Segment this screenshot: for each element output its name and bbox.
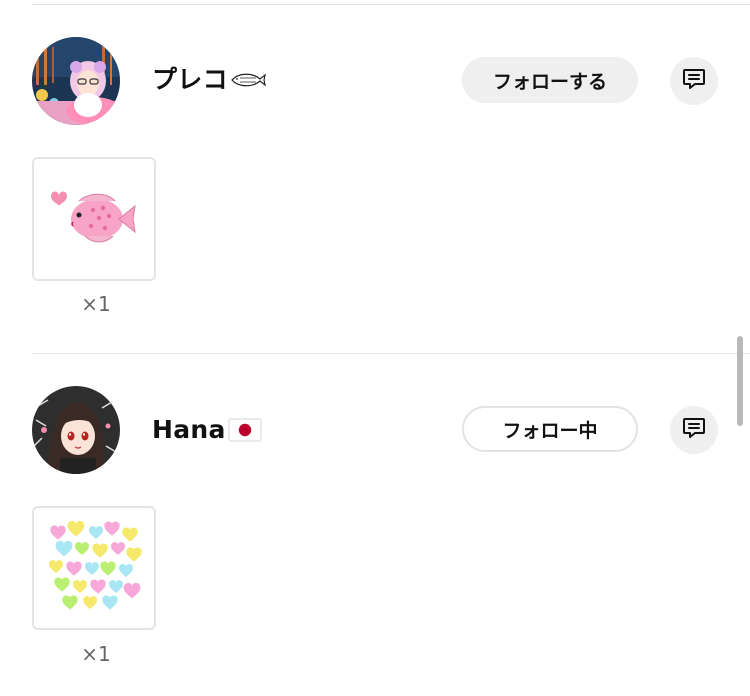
username-text: プレコ: [152, 65, 228, 94]
avatar[interactable]: [32, 386, 120, 474]
gift-sticker[interactable]: [32, 157, 156, 281]
message-button[interactable]: [670, 57, 718, 105]
japan-flag-icon: [228, 418, 262, 442]
row-divider: [32, 353, 750, 354]
username-text: Hana: [152, 415, 226, 444]
pastel-hearts-sticker-icon: [46, 518, 142, 618]
gift-count: ×1: [81, 642, 111, 666]
gift-count: ×1: [81, 292, 111, 316]
message-icon: [681, 66, 707, 96]
top-divider: [32, 4, 750, 5]
pink-fish-sticker-icon: [49, 182, 139, 256]
following-button-label: フォロー中: [502, 419, 598, 442]
gift-sticker[interactable]: [32, 506, 156, 630]
fish-icon: [230, 70, 266, 90]
follow-button-label: フォローする: [492, 70, 607, 93]
following-button[interactable]: フォロー中: [462, 406, 638, 452]
username[interactable]: プレコ: [152, 64, 266, 96]
message-icon: [681, 415, 707, 445]
avatar[interactable]: [32, 37, 120, 125]
follow-button[interactable]: フォローする: [462, 57, 638, 103]
username[interactable]: Hana: [152, 414, 262, 446]
message-button[interactable]: [670, 406, 718, 454]
scrollbar[interactable]: [737, 336, 743, 426]
